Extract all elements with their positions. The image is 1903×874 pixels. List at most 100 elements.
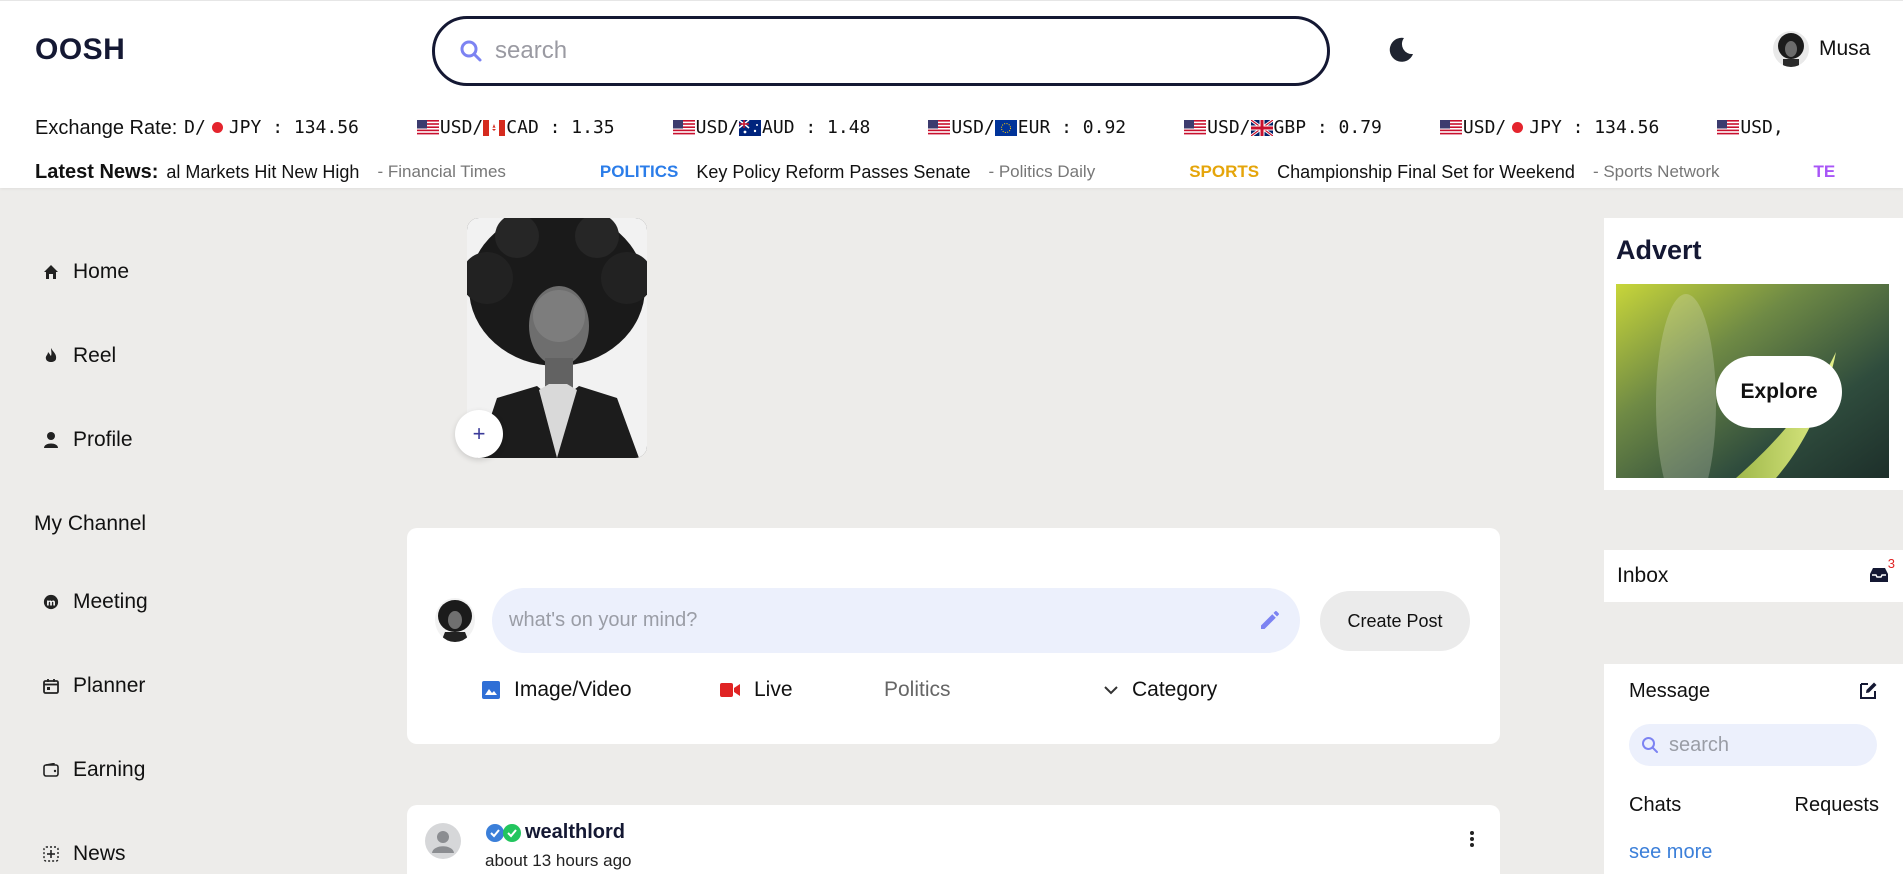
sidebar-item-label: Meeting [73, 590, 148, 613]
news-headline: al Markets Hit New High [166, 161, 360, 182]
message-search-input[interactable]: search [1629, 724, 1877, 766]
rate-item: USD/JPY : 134.56 [1439, 117, 1660, 138]
rate-quote: JPY [1529, 117, 1562, 138]
sidebar-item-label: Reel [73, 344, 117, 367]
rate-quote: EUR [1017, 117, 1051, 138]
politics-label: Politics [884, 678, 951, 701]
meeting-icon: m [43, 594, 59, 610]
home-icon [43, 264, 59, 280]
inbox-count-badge: 3 [1887, 556, 1895, 571]
svg-text:m: m [46, 599, 55, 609]
news-category: POLITICS [599, 162, 679, 181]
feed-post: wealthlord about 13 hours ago [407, 805, 1500, 874]
sidebar-item-label: My Channel [34, 512, 147, 535]
explore-button[interactable]: Explore [1716, 356, 1842, 428]
category-label: Category [1132, 678, 1218, 701]
top-header: OOSH search Musa Exchange Rate: SD/ JPY … [0, 0, 1903, 188]
see-more-link[interactable]: see more [1629, 841, 1712, 864]
news-item[interactable]: SPORTS Championship Final Set for Weeken… [1189, 162, 1719, 183]
inbox-tray-icon [1870, 568, 1888, 582]
news-source: - Politics Daily [988, 162, 1096, 181]
exchange-rate-label: Exchange Rate: [35, 116, 178, 139]
post-author[interactable]: wealthlord [485, 821, 625, 844]
sidebar-item-news[interactable]: News [35, 812, 126, 874]
create-post-card: what's on your mind? Create Post Image/V… [407, 528, 1500, 744]
rate-quote: JPY [228, 117, 262, 138]
politics-option[interactable]: Politics [884, 678, 951, 702]
us-flag-icon [1439, 119, 1462, 136]
sidebar-item-label: Planner [73, 674, 146, 697]
logo[interactable]: OOSH [35, 33, 125, 67]
image-video-label: Image/Video [514, 678, 632, 701]
sidebar-item-meeting[interactable]: m Meeting [35, 560, 148, 644]
sidebar-item-home[interactable]: Home [35, 230, 129, 314]
news-item[interactable]: POLITICS Key Policy Reform Passes Senate… [600, 162, 1095, 183]
tab-requests[interactable]: Requests [1795, 794, 1880, 817]
rate-quote: CAD [506, 117, 539, 138]
sidebar-item-profile[interactable]: Profile [35, 398, 133, 482]
latest-news-label: Latest News: [35, 160, 159, 183]
sidebar-item-label: News [73, 842, 126, 865]
compose-icon[interactable] [1857, 680, 1879, 702]
category-dropdown[interactable]: Category [1104, 678, 1217, 702]
sidebar-item-label: Earning [73, 758, 146, 781]
image-video-option[interactable]: Image/Video [482, 678, 632, 702]
rate-quote: AUD [762, 117, 795, 138]
message-search-placeholder: search [1669, 733, 1730, 756]
us-flag-icon [672, 119, 695, 136]
add-story-button[interactable]: + [455, 410, 503, 458]
exchange-ticker: SD/ JPY : 134.56 USD/CAD : 1.35 USD/AUD … [183, 113, 1903, 143]
message-title: Message [1629, 680, 1711, 702]
rate-value: : 1.48 [805, 117, 871, 138]
sidebar-item-planner[interactable]: Planner [35, 644, 145, 728]
live-label: Live [754, 678, 793, 701]
advert-title: Advert [1616, 235, 1702, 265]
post-input[interactable]: what's on your mind? [492, 588, 1300, 653]
video-camera-icon [720, 683, 740, 697]
live-option[interactable]: Live [720, 678, 793, 702]
news-source: - Financial Times [377, 162, 506, 181]
dark-mode-moon-icon[interactable] [1386, 35, 1416, 65]
calendar-icon [43, 678, 59, 694]
us-flag-icon [1717, 119, 1740, 136]
rate-base: USD/ [1462, 117, 1507, 138]
rate-value: : 134.56 [1572, 117, 1660, 138]
user-name: Musa [1819, 37, 1871, 60]
rate-value: : 0.92 [1061, 117, 1127, 138]
pencil-icon[interactable] [1258, 608, 1282, 632]
search-icon [1642, 737, 1658, 753]
sidebar-item-label: Home [73, 260, 130, 283]
user-menu[interactable]: Musa [1773, 31, 1870, 67]
rate-base: USD/ [695, 117, 740, 138]
rate-item: USD/GBP : 0.79 [1184, 117, 1382, 138]
rate-item: USD, [1717, 117, 1784, 138]
news-item[interactable]: al Markets Hit New High - Financial Time… [166, 162, 506, 183]
sidebar-item-reel[interactable]: Reel [35, 314, 116, 398]
rate-value: : 134.56 [272, 117, 359, 138]
fire-icon [43, 348, 59, 364]
australia-flag-icon [739, 119, 762, 136]
rate-item: SD/ JPY : 134.56 [183, 117, 359, 138]
post-timestamp: about 13 hours ago [485, 851, 632, 870]
post-input-placeholder: what's on your mind? [509, 609, 698, 631]
avatar[interactable] [425, 823, 461, 859]
inbox-panel[interactable]: Inbox 3 [1604, 550, 1903, 602]
uk-flag-icon [1250, 119, 1273, 136]
more-options-icon[interactable] [1470, 831, 1474, 847]
news-headline: Championship Final Set for Weekend [1277, 161, 1575, 182]
news-item[interactable]: TE [1814, 162, 1854, 182]
tab-chats[interactable]: Chats [1629, 794, 1681, 817]
advert-image[interactable]: Explore [1616, 284, 1889, 478]
rate-item: USD/CAD : 1.35 [416, 117, 615, 138]
search-bar[interactable]: search [432, 16, 1330, 86]
search-input[interactable]: search [495, 37, 567, 65]
create-post-button[interactable]: Create Post [1320, 591, 1470, 651]
rate-base: USD/ [1207, 117, 1251, 138]
latest-news-bar: Latest News: al Markets Hit New High - F… [35, 159, 1903, 185]
rate-value: : 0.79 [1316, 117, 1382, 138]
wallet-icon [43, 762, 59, 778]
sidebar-item-my-channel[interactable]: My Channel [34, 482, 146, 566]
sidebar-item-label: Profile [73, 428, 133, 451]
sidebar-item-earning[interactable]: Earning [35, 728, 145, 812]
chevron-down-icon [1104, 685, 1118, 695]
